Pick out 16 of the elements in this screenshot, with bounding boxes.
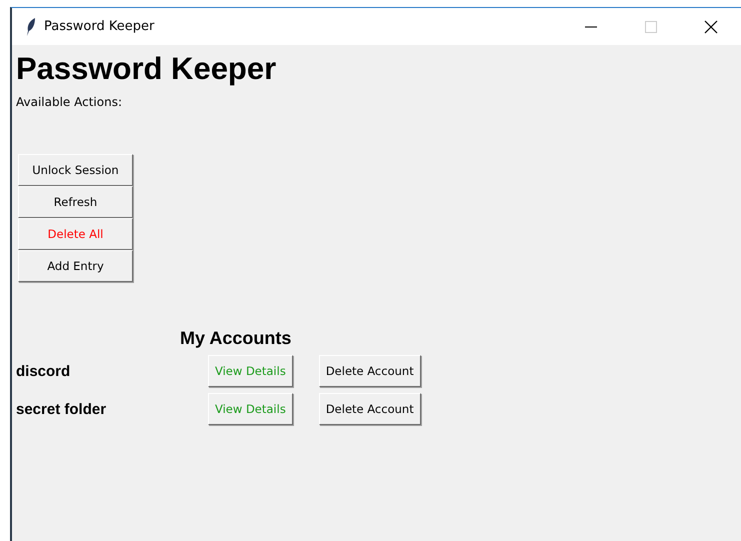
- account-name: discord: [16, 362, 72, 380]
- action-button[interactable]: Unlock Session: [18, 154, 133, 186]
- accounts-title: My Accounts: [180, 328, 292, 349]
- account-button[interactable]: Delete Account: [318, 355, 421, 387]
- minimize-icon: [585, 26, 597, 28]
- close-icon: [704, 20, 718, 34]
- action-button[interactable]: Add Entry: [18, 250, 133, 282]
- app-heading: Password Keeper: [16, 50, 278, 88]
- account-button[interactable]: Delete Account: [318, 393, 421, 425]
- account-name: secret folder: [16, 400, 108, 418]
- action-button[interactable]: Refresh: [18, 186, 133, 218]
- maximize-icon: [645, 20, 657, 32]
- window-title: Password Keeper: [44, 19, 154, 34]
- actions-label: Available Actions:: [16, 95, 122, 109]
- feather-icon: [26, 18, 36, 36]
- action-button[interactable]: Delete All: [18, 218, 133, 250]
